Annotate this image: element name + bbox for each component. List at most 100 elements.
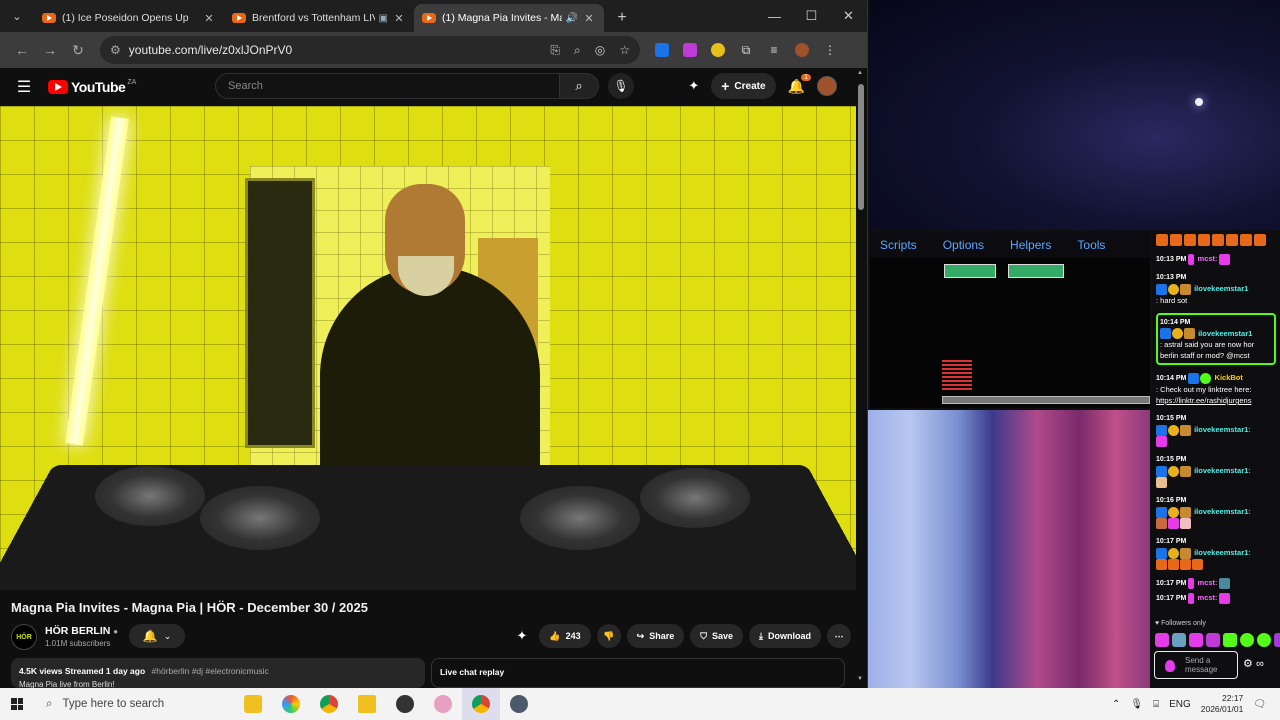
colorful-app-icon[interactable] <box>272 688 310 720</box>
create-button[interactable]: + Create <box>711 73 776 99</box>
channel-avatar[interactable]: HÖR <box>11 624 37 650</box>
video-frame-platter <box>95 466 205 526</box>
emote-icon[interactable] <box>1223 633 1237 647</box>
tab-brentford[interactable]: Brentford vs Tottenham LIV ▣ ✕ <box>224 4 414 32</box>
network-icon[interactable]: ⌸ <box>1153 699 1159 710</box>
emote-icon[interactable] <box>1172 633 1186 647</box>
site-info-icon[interactable]: ⚙ <box>110 43 121 57</box>
game-client-icon[interactable] <box>500 688 538 720</box>
menu-helpers[interactable]: Helpers <box>1010 238 1051 252</box>
page-scrollbar[interactable]: ▲ ▼ <box>857 70 865 682</box>
menu-scripts[interactable]: Scripts <box>880 238 917 252</box>
hashtags[interactable]: #hörberlin #dj #electronicmusic <box>152 666 269 676</box>
description-box[interactable]: 4.5K views Streamed 1 day ago #hörberlin… <box>11 658 425 689</box>
chrome-alt-icon[interactable] <box>462 688 500 720</box>
chat-username[interactable]: ilovekeemstar1 <box>1194 425 1248 434</box>
settings-icon[interactable]: ⚙ <box>1243 658 1253 670</box>
audio-playing-icon[interactable]: 🔊 <box>566 13 578 24</box>
account-avatar[interactable] <box>817 76 837 96</box>
back-arrow-icon[interactable]: ← <box>8 36 36 64</box>
chat-username[interactable]: ilovekeemstar1 <box>1194 284 1248 293</box>
profile-avatar-icon[interactable] <box>788 36 816 64</box>
language-indicator[interactable]: ENG <box>1169 699 1191 710</box>
close-window-icon[interactable]: ✕ <box>830 0 867 32</box>
chat-username[interactable]: mcst <box>1198 254 1216 263</box>
microphone-icon[interactable]: 🎙 <box>608 73 634 99</box>
bookmark-star-icon[interactable]: ☆ <box>619 43 630 57</box>
obs-icon[interactable] <box>386 688 424 720</box>
file-explorer-icon[interactable] <box>348 688 386 720</box>
game-window[interactable] <box>870 258 1150 408</box>
infinity-icon[interactable]: ∞ <box>1256 658 1264 670</box>
chat-username[interactable]: ilovekeemstar1 <box>1194 466 1248 475</box>
chat-username[interactable]: KickBot <box>1215 373 1243 382</box>
chat-username[interactable]: mcst <box>1198 578 1216 587</box>
subscribed-bell-button[interactable]: 🔔 ⌄ <box>129 624 185 648</box>
zoom-icon[interactable]: ⌕ <box>574 43 581 58</box>
close-tab-icon[interactable]: ✕ <box>582 12 596 25</box>
search-icon[interactable]: ⌕ <box>559 73 599 99</box>
windows-start-icon[interactable] <box>0 688 34 720</box>
save-button[interactable]: ⛉ Save <box>690 624 744 648</box>
extension-translate-icon[interactable] <box>648 36 676 64</box>
menu-tools[interactable]: Tools <box>1077 238 1105 252</box>
hamburger-menu-icon[interactable]: ☰ <box>10 73 38 101</box>
chat-username[interactable]: ilovekeemstar1 <box>1194 507 1248 516</box>
notifications-bell-icon[interactable]: 🔔 1 <box>788 73 811 95</box>
menu-options[interactable]: Options <box>943 238 984 252</box>
new-tab-button[interactable]: + <box>610 4 634 32</box>
forward-arrow-icon[interactable]: → <box>36 36 64 64</box>
copilot-sparkle-icon[interactable] <box>234 688 272 720</box>
chat-username[interactable]: ilovekeemstar1 <box>1198 329 1252 338</box>
chat-username[interactable]: mcst <box>1198 593 1216 602</box>
hidden-eye-icon[interactable]: ◎ <box>595 43 605 57</box>
maximize-icon[interactable]: ☐ <box>793 0 830 32</box>
url-field[interactable]: ⚙ youtube.com/live/z0xlJOnPrV0 ⎘ ⌕ ◎ ☆ <box>100 36 640 64</box>
close-tab-icon[interactable]: ✕ <box>202 12 216 25</box>
live-chat-replay-header[interactable]: Live chat replay <box>431 658 845 688</box>
video-player[interactable] <box>0 106 856 590</box>
download-button[interactable]: ⤓ Download <box>749 624 821 648</box>
browser-menu-icon[interactable]: ⋮ <box>816 36 844 64</box>
share-button[interactable]: ↪ Share <box>626 624 685 648</box>
chat-message-input[interactable]: Send a message <box>1154 651 1238 679</box>
emote-icon[interactable] <box>1240 633 1254 647</box>
youtube-logo[interactable]: YouTube ZA <box>48 79 136 95</box>
tray-expand-icon[interactable]: ⌃ <box>1112 699 1120 710</box>
like-button[interactable]: 👍 243 <box>539 624 591 648</box>
chat-link[interactable]: https://linktr.ee/rashidjurgens <box>1156 395 1276 406</box>
minimize-icon[interactable]: — <box>756 0 793 32</box>
extension-yellow-icon[interactable] <box>704 36 732 64</box>
emote-icon[interactable] <box>1257 633 1271 647</box>
more-actions-button[interactable]: ⋯ <box>827 624 851 648</box>
chat-message: 10:15 PM ilovekeemstar1: <box>1156 454 1276 489</box>
extensions-puzzle-icon[interactable]: ⧉ <box>732 36 760 64</box>
snipping-tool-icon[interactable] <box>424 688 462 720</box>
install-app-icon[interactable]: ⎘ <box>550 43 560 58</box>
emote-icon[interactable] <box>1189 633 1203 647</box>
dislike-button[interactable]: 👎 <box>596 624 621 648</box>
clock[interactable]: 22:17 2026/01/01 <box>1201 693 1244 715</box>
microphone-tray-icon[interactable]: 🎙 <box>1130 699 1143 710</box>
notification-center-icon[interactable]: 🗨 <box>1253 699 1266 710</box>
scroll-down-icon[interactable]: ▼ <box>857 676 863 682</box>
tab-ice-poseidon[interactable]: (1) Ice Poseidon Opens Up ✕ <box>34 4 224 32</box>
close-tab-icon[interactable]: ✕ <box>392 12 406 25</box>
scroll-up-icon[interactable]: ▲ <box>857 70 863 76</box>
search-input[interactable]: Search <box>215 73 560 99</box>
tab-magna-pia[interactable]: (1) Magna Pia Invites - Mag 🔊 ✕ <box>414 4 604 32</box>
channel-name[interactable]: HÖR BERLIN ● <box>45 625 118 637</box>
media-controls-icon[interactable]: ≡ <box>760 36 788 64</box>
scrollbar-thumb[interactable] <box>858 84 864 210</box>
ai-sparkle-icon[interactable]: ✦ <box>688 78 699 94</box>
extension-purple-icon[interactable] <box>676 36 704 64</box>
reload-icon[interactable]: ↻ <box>64 36 92 64</box>
taskbar-search[interactable]: ⌕ Type here to search <box>34 688 224 720</box>
ask-ai-icon[interactable]: ✦ <box>517 628 528 644</box>
tab-search-button[interactable]: ⌄ <box>6 5 28 27</box>
emote-icon[interactable] <box>1155 633 1169 647</box>
emote-icon[interactable] <box>1274 633 1280 647</box>
emote-icon[interactable] <box>1206 633 1220 647</box>
chrome-icon[interactable] <box>310 688 348 720</box>
chat-username[interactable]: ilovekeemstar1 <box>1194 548 1248 557</box>
